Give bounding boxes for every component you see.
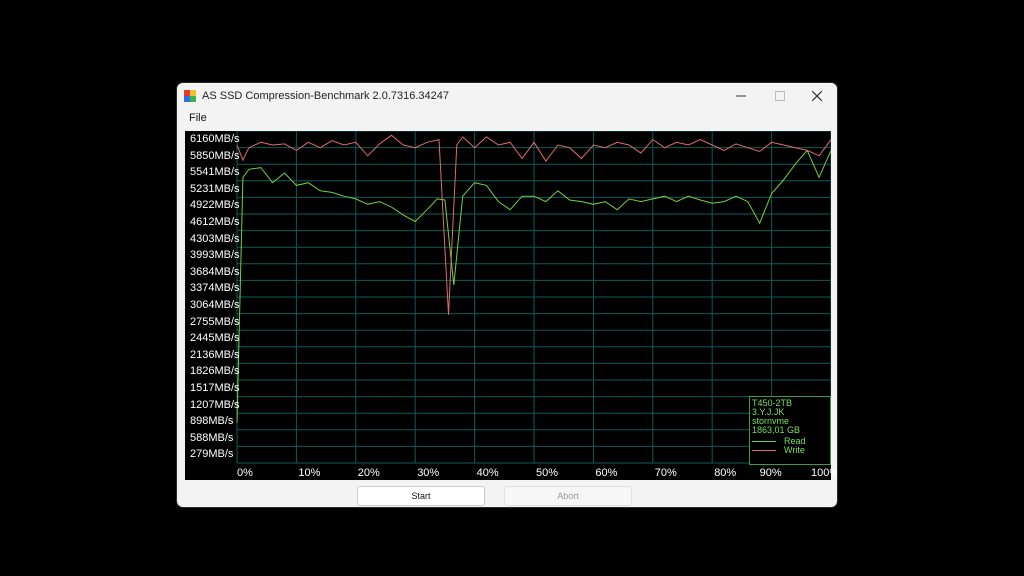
menu-file[interactable]: File [189, 112, 207, 124]
x-tick-label: 50% [536, 467, 559, 479]
chart-plot [236, 131, 831, 464]
close-icon [812, 91, 822, 101]
y-tick-label: 3374MB/s [190, 282, 240, 295]
y-tick-label: 1517MB/s [190, 382, 240, 394]
menu-bar: File [177, 109, 837, 129]
app-window: AS SSD Compression-Benchmark 2.0.7316.34… [177, 83, 837, 507]
y-tick-label: 4303MB/s [190, 232, 240, 245]
title-bar[interactable]: AS SSD Compression-Benchmark 2.0.7316.34… [177, 83, 837, 109]
start-button[interactable]: Start [357, 486, 485, 506]
x-tick-label: 0% [237, 467, 253, 479]
x-tick-label: 30% [417, 467, 440, 479]
y-tick-label: 279MB/s [190, 448, 234, 461]
y-tick-label: 2136MB/s [190, 348, 240, 361]
y-tick-label: 1826MB/s [190, 365, 240, 378]
y-tick-label: 4922MB/s [190, 199, 240, 212]
app-icon [184, 90, 196, 102]
y-tick-label: 4612MB/s [190, 216, 240, 228]
close-button[interactable] [799, 83, 835, 109]
y-tick-label: 898MB/s [190, 415, 234, 428]
x-tick-label: 60% [595, 467, 618, 479]
y-tick-label: 5541MB/s [190, 166, 240, 179]
maximize-button[interactable] [762, 83, 798, 109]
x-tick-label: 80% [714, 467, 737, 479]
maximize-icon [775, 91, 785, 101]
x-tick-label: 10% [298, 467, 321, 479]
x-tick-label: 20% [357, 467, 380, 479]
legend-read-swatch [752, 441, 776, 442]
y-tick-label: 3064MB/s [190, 299, 240, 311]
y-tick-label: 588MB/s [190, 431, 234, 444]
legend-write-swatch [752, 450, 776, 451]
y-tick-label: 1207MB/s [190, 398, 240, 411]
x-tick-label: 100% [811, 467, 837, 479]
y-tick-label: 3993MB/s [190, 249, 240, 262]
x-tick-label: 70% [654, 467, 677, 479]
window-title: AS SSD Compression-Benchmark 2.0.7316.34… [202, 90, 450, 102]
minimize-icon [736, 95, 746, 97]
legend-write-label: Write [784, 445, 805, 455]
drive-legend: T450-2TB 3.Y.J.JK stornvme 1863,01 GB Re… [749, 396, 831, 465]
y-tick-label: 6160MB/s [190, 133, 240, 145]
x-tick-label: 90% [759, 467, 782, 479]
y-tick-label: 3684MB/s [190, 265, 240, 278]
y-tick-label: 5850MB/s [190, 149, 240, 162]
y-tick-label: 2755MB/s [190, 315, 240, 328]
x-tick-label: 40% [476, 467, 499, 479]
benchmark-chart: 6160MB/s 5850MB/s 5541MB/s 5231MB/s 4922MB/s… [185, 131, 837, 480]
legend-capacity: 1863,01 GB [752, 425, 801, 435]
y-tick-label: 5231MB/s [190, 182, 240, 195]
y-tick-label: 2445MB/s [190, 332, 240, 345]
abort-button[interactable]: Abort [504, 486, 632, 506]
minimize-button[interactable] [723, 83, 759, 109]
